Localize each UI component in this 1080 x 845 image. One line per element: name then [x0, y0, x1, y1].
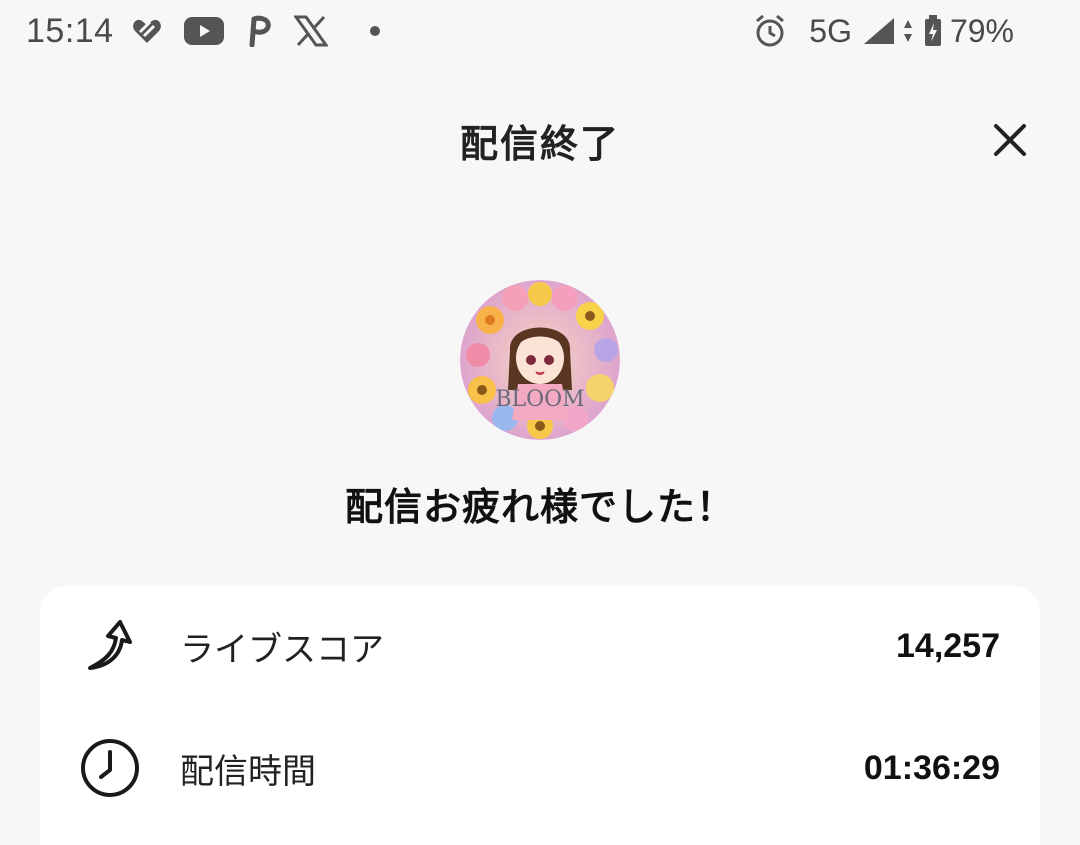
page-title: 配信終了 [459, 121, 620, 166]
signal-icon [862, 16, 916, 46]
stat-value: 01:36:29 [863, 748, 1000, 787]
alarm-icon [753, 14, 787, 48]
battery-percent: 79% [949, 12, 1014, 49]
stat-row-stream-time: 配信時間 01:36:29 [40, 718, 1040, 818]
close-button[interactable] [988, 118, 1032, 162]
stat-value: 14,257 [896, 626, 1000, 665]
streamer-avatar: BLOOM [460, 280, 620, 440]
completion-message: 配信お疲れ様でした！ [344, 485, 735, 529]
battery-charging-icon [924, 15, 942, 47]
stat-label: 配信時間 [180, 751, 316, 792]
header: 配信終了 [0, 100, 1080, 180]
close-icon [994, 124, 1026, 156]
stats-card: ライブスコア 14,257 配信時間 01:36:29 [40, 586, 1040, 845]
status-time: 15:14 [26, 11, 114, 50]
stat-row-live-score: ライブスコア 14,257 [40, 596, 1040, 696]
status-bar: 15:14 5G 79% [0, 0, 1080, 62]
heart-stripe-icon [132, 17, 162, 45]
arrow-up-score-icon [78, 614, 142, 678]
p-app-icon [246, 15, 272, 47]
stat-label: ライブスコア [180, 629, 384, 670]
clock-icon [78, 736, 142, 800]
avatar-logo-text: BLOOM [495, 387, 584, 412]
x-app-icon [293, 15, 328, 47]
youtube-icon [183, 17, 224, 45]
stream-ended-screen: 15:14 5G 79% 配信終了 BLOOM 配信お疲れ様でした！ ライブスコ… [0, 0, 1080, 845]
network-type: 5G [809, 12, 852, 49]
more-notifications-dot [369, 26, 380, 36]
